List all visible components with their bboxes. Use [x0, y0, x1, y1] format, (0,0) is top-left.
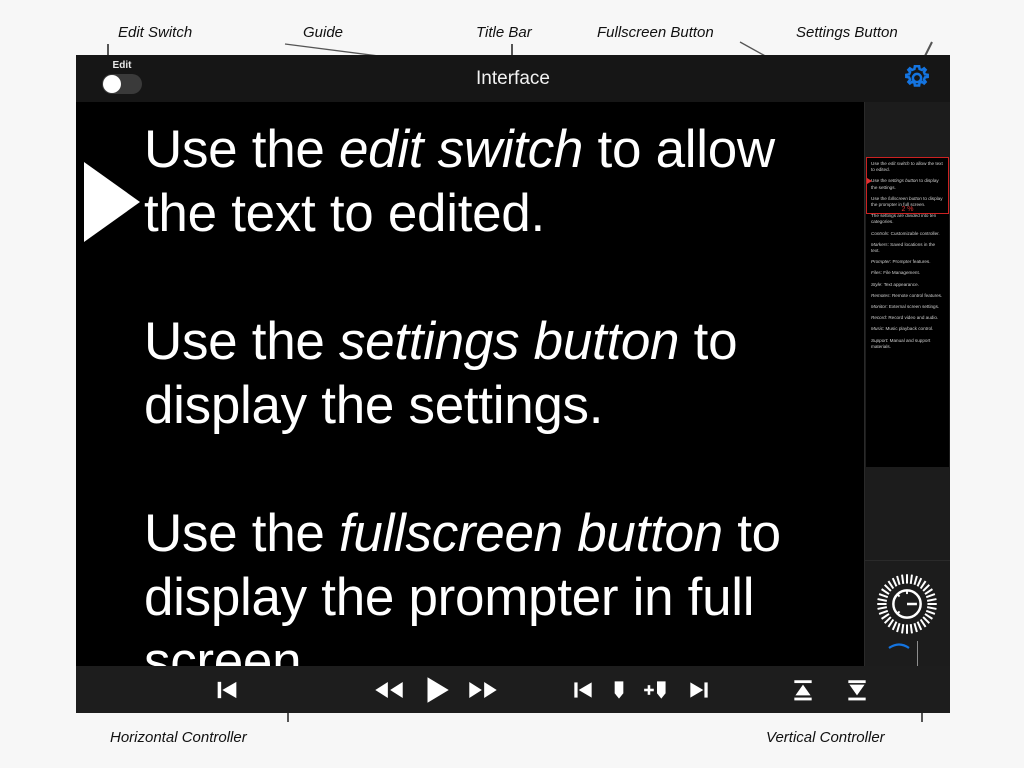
page-title: Interface [476, 68, 550, 89]
guide-line-em: Prompter [871, 259, 890, 265]
guide-line-pre: Use the [871, 178, 889, 184]
add-marker-icon [644, 680, 666, 699]
guide-line-post: : Remote control features. [889, 292, 943, 298]
vertical-controller[interactable] [865, 560, 950, 713]
rewind-icon [375, 681, 403, 698]
fast-forward-icon [469, 681, 497, 698]
collapse-down-icon [848, 679, 866, 700]
transport-group-scroll [776, 666, 884, 713]
annotation-horizontal-controller: Horizontal Controller [110, 729, 247, 746]
guide-minimap-text[interactable]: Use the edit switch to allow the text to… [866, 157, 949, 467]
guide-line-post: : File Management. [880, 270, 921, 276]
edit-switch-label: Edit [112, 60, 132, 71]
transport-group-markers [563, 666, 719, 713]
play-icon [427, 676, 449, 703]
guide-line: Prompter: Prompter features. [871, 259, 945, 265]
skip-to-start-button[interactable] [213, 676, 241, 704]
guide-line-em: settings button [888, 178, 918, 184]
title-bar: Interface Edit [76, 55, 950, 102]
next-marker-icon [690, 681, 708, 698]
annotation-settings-button: Settings Button [796, 24, 898, 41]
prompter-paragraph: Use the fullscreen button to display the… [144, 502, 856, 666]
settings-button[interactable] [902, 63, 938, 95]
guide-line: Controls: Customizable controller. [871, 231, 945, 237]
guide-line-em: Files [871, 270, 881, 276]
guide-line-post: : Customizable controller. [888, 230, 940, 236]
guide-line-post: : External screen settings. [886, 304, 940, 310]
guide-line-post: : Prompter features. [889, 259, 931, 265]
transport-group-start [206, 666, 248, 713]
annotation-fullscreen-button: Fullscreen Button [597, 24, 714, 41]
guide-line-em: Support [871, 337, 888, 343]
guide-line-pre: The settings are divided into ten catego… [871, 213, 937, 225]
guide-line-post: : Record video and audio. [885, 315, 939, 321]
prompter-paragraph: Use the settings button to display the s… [144, 310, 856, 438]
guide-line-em: Markers [871, 241, 888, 247]
skip-start-icon [217, 681, 237, 698]
gear-icon [905, 65, 929, 87]
guide-position-pointer-icon [867, 178, 872, 184]
guide-line: Remotes: Remote control features. [871, 293, 945, 299]
prompter-paragraph: Use the edit switch to allow the text to… [144, 118, 856, 246]
cue-triangle-icon [84, 162, 140, 242]
guide-line: Monitor: External screen settings. [871, 304, 945, 310]
guide-line: Music: Music playback control. [871, 326, 945, 332]
prompter-text-pre: Use the [144, 504, 339, 563]
guide-line-em: fullscreen button [888, 195, 922, 201]
guide-line: Support: Manual and support materials. [871, 338, 945, 350]
guide-line-em: Style [871, 281, 882, 287]
marker-button[interactable] [610, 677, 628, 703]
guide-line: Record: Record video and audio. [871, 315, 945, 321]
annotation-edit-switch: Edit Switch [118, 24, 193, 41]
marker-icon [614, 680, 624, 699]
previous-marker-button[interactable] [570, 677, 596, 703]
transport-group-playback [366, 666, 506, 713]
annotation-title-bar: Title Bar [476, 24, 532, 41]
edit-switch-track[interactable] [102, 74, 142, 94]
prompter-text-pre: Use the [144, 312, 339, 371]
guide-line-pre: Use the [871, 161, 889, 166]
add-marker-button[interactable] [642, 677, 672, 703]
annotation-vertical-controller: Vertical Controller [766, 729, 885, 746]
guide-line-em: Controls [871, 230, 889, 236]
scroll-to-bottom-button[interactable] [844, 677, 870, 703]
prompter-text-em: fullscreen button [338, 504, 723, 563]
scroll-to-top-button[interactable] [790, 677, 816, 703]
rewind-button[interactable] [373, 676, 405, 704]
fast-forward-button[interactable] [467, 676, 499, 704]
guide-line-post: : Music playback control. [883, 326, 934, 332]
prompter-text-pre: Use the [144, 120, 339, 179]
prompter-text-em: settings button [338, 312, 680, 371]
guide-line: The settings are divided into ten catego… [871, 213, 945, 225]
speed-dial-knob-icon[interactable] [876, 573, 938, 635]
next-marker-button[interactable] [686, 677, 712, 703]
edit-switch[interactable]: Edit [94, 60, 150, 100]
prompter-text-area[interactable]: Use the edit switch to allow the text to… [76, 102, 864, 666]
guide-progress-label: 2 % [901, 206, 914, 213]
guide-line-pre: Use the [871, 195, 889, 201]
edit-switch-knob [103, 75, 121, 93]
prompter-app-window: Interface Edit Use the edit switch to al… [76, 55, 950, 713]
guide-line-em: Record [871, 315, 886, 321]
guide-line: Style: Text appearance. [871, 282, 945, 288]
horizontal-controller[interactable] [76, 666, 950, 713]
play-button[interactable] [419, 673, 453, 707]
prompter-script[interactable]: Use the edit switch to allow the text to… [144, 118, 856, 666]
previous-marker-icon [574, 681, 592, 698]
annotation-guide: Guide [303, 24, 344, 41]
dial-arc-icon [888, 643, 910, 649]
guide-line-em: Monitor [871, 304, 887, 310]
guide-line: Files: File Management. [871, 270, 945, 276]
guide-line-post: : Text appearance. [881, 281, 919, 287]
collapse-up-icon [794, 679, 812, 700]
prompter-text-em: edit switch [338, 120, 584, 179]
guide-line: Markers: Saved locations in the text. [871, 242, 945, 254]
guide-line-em: edit switch [888, 161, 910, 166]
guide-line-em: Remotes [871, 292, 890, 298]
guide-line: Use the edit switch to allow the text to… [871, 161, 945, 173]
guide-line: Use the settings button to display the s… [871, 178, 945, 190]
guide-line-em: Music [871, 326, 883, 332]
